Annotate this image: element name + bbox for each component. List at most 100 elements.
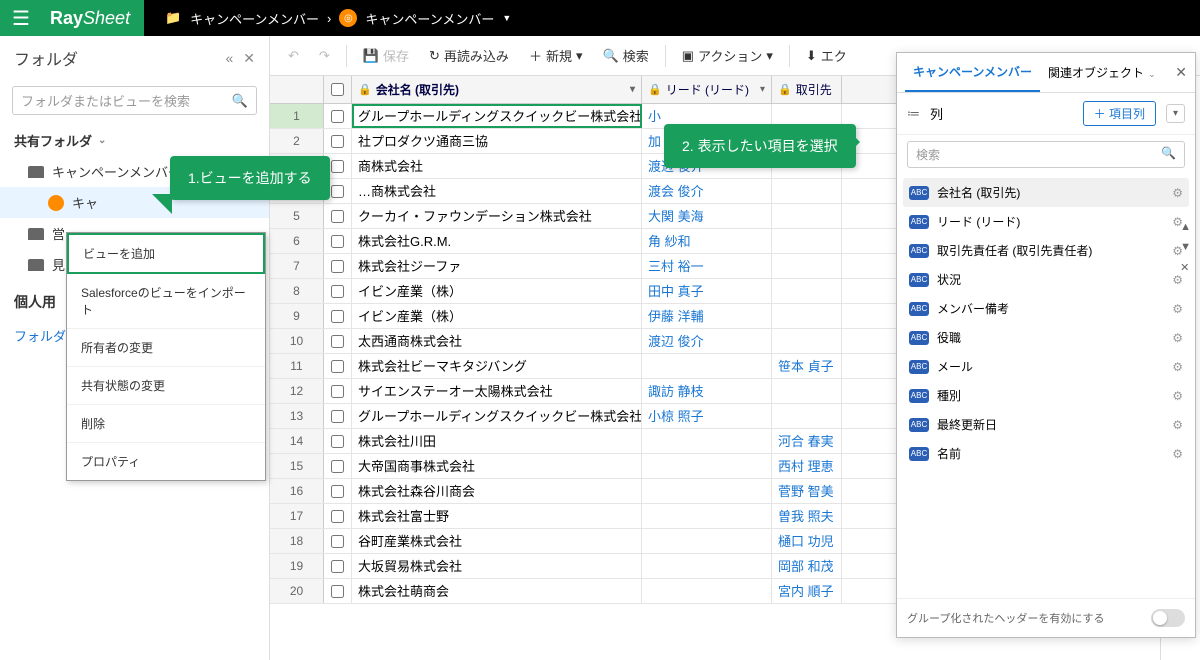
cell-company[interactable]: 商株式会社	[352, 154, 642, 178]
cell-owner[interactable]	[772, 204, 842, 228]
chevron-up-icon[interactable]: ▲	[1180, 221, 1191, 233]
cell-owner[interactable]: 岡部 和茂	[772, 554, 842, 578]
cell-company[interactable]: 株式会社森谷川商会	[352, 479, 642, 503]
cell-lead[interactable]	[642, 429, 772, 453]
save-button[interactable]: 💾 保存	[355, 42, 417, 69]
cell-lead[interactable]: 伊藤 洋輔	[642, 304, 772, 328]
cell-company[interactable]: イビン産業（株）	[352, 304, 642, 328]
export-button[interactable]: ⬇ エク	[798, 42, 855, 69]
breadcrumb-dropdown[interactable]: ▼	[502, 13, 511, 23]
cell-company[interactable]: 株式会社ビーマキタジバング	[352, 354, 642, 378]
cell-owner[interactable]	[772, 304, 842, 328]
cell-company[interactable]: 大坂貿易株式会社	[352, 554, 642, 578]
row-check[interactable]	[324, 329, 352, 353]
row-check[interactable]	[324, 279, 352, 303]
cell-company[interactable]: 大帝国商事株式会社	[352, 454, 642, 478]
breadcrumb-parent[interactable]: キャンペーンメンバー	[190, 9, 319, 28]
undo-button[interactable]: ↶	[280, 44, 307, 68]
col-owner[interactable]: 🔒取引先	[772, 76, 842, 103]
cell-owner[interactable]	[772, 329, 842, 353]
gear-icon[interactable]: ⚙	[1172, 447, 1183, 461]
row-check[interactable]	[324, 129, 352, 153]
row-check[interactable]	[324, 454, 352, 478]
cell-owner[interactable]	[772, 179, 842, 203]
field-item[interactable]: ABCリード (リード)⚙	[903, 207, 1189, 236]
field-item[interactable]: ABC会社名 (取引先)⚙	[903, 178, 1189, 207]
cell-company[interactable]: グループホールディングスクイックビー株式会社	[352, 104, 642, 128]
row-check[interactable]	[324, 104, 352, 128]
add-column-dropdown[interactable]: ▾	[1166, 104, 1185, 123]
row-check[interactable]	[324, 579, 352, 603]
field-item[interactable]: ABCメンバー備考⚙	[903, 294, 1189, 323]
cell-company[interactable]: 株式会社ジーファ	[352, 254, 642, 278]
field-item[interactable]: ABC役職⚙	[903, 323, 1189, 352]
cell-company[interactable]: 株式会社G.R.M.	[352, 229, 642, 253]
cell-company[interactable]: 社プロダクツ通商三協	[352, 129, 642, 153]
cell-owner[interactable]	[772, 279, 842, 303]
cell-lead[interactable]: 渡辺 俊介	[642, 329, 772, 353]
cell-company[interactable]: サイエンステーオー太陽株式会社	[352, 379, 642, 403]
checkall-header[interactable]	[324, 76, 352, 103]
cell-lead[interactable]	[642, 479, 772, 503]
ctx-delete[interactable]: 削除	[67, 405, 265, 443]
group-header-toggle[interactable]	[1151, 609, 1185, 627]
breadcrumb-child[interactable]: キャンペーンメンバー	[365, 9, 494, 28]
row-check[interactable]	[324, 229, 352, 253]
cell-lead[interactable]	[642, 529, 772, 553]
cell-lead[interactable]	[642, 354, 772, 378]
field-item[interactable]: ABCメール⚙	[903, 352, 1189, 381]
row-check[interactable]	[324, 529, 352, 553]
sidebar-collapse[interactable]: «	[225, 50, 233, 66]
cell-company[interactable]: …商株式会社	[352, 179, 642, 203]
row-check[interactable]	[324, 404, 352, 428]
cell-company[interactable]: 太西通商株式会社	[352, 329, 642, 353]
chevron-down-icon[interactable]: ▼	[1180, 241, 1191, 253]
shared-folder-section[interactable]: 共有フォルダ⌄	[0, 121, 269, 156]
cell-company[interactable]: グループホールディングスクイックビー株式会社	[352, 404, 642, 428]
field-item[interactable]: ABC名前⚙	[903, 439, 1189, 468]
cell-owner[interactable]	[772, 404, 842, 428]
cell-owner[interactable]	[772, 229, 842, 253]
redo-button[interactable]: ↷	[311, 44, 338, 68]
hamburger-menu[interactable]: ☰	[0, 0, 42, 36]
cell-lead[interactable]: 大関 美海	[642, 204, 772, 228]
gear-icon[interactable]: ⚙	[1172, 186, 1183, 200]
gear-icon[interactable]: ⚙	[1172, 331, 1183, 345]
ctx-import-sf[interactable]: Salesforceのビューをインポート	[67, 274, 265, 329]
cell-owner[interactable]	[772, 254, 842, 278]
panel-search[interactable]: 検索 🔍	[907, 141, 1185, 168]
gear-icon[interactable]: ⚙	[1172, 418, 1183, 432]
gear-icon[interactable]: ⚙	[1172, 302, 1183, 316]
cell-lead[interactable]	[642, 554, 772, 578]
panel-close[interactable]: ✕	[1175, 64, 1187, 81]
cell-company[interactable]: 株式会社富士野	[352, 504, 642, 528]
cell-lead[interactable]	[642, 504, 772, 528]
cell-lead[interactable]: 小椋 照子	[642, 404, 772, 428]
cell-owner[interactable]	[772, 379, 842, 403]
cell-company[interactable]: 株式会社川田	[352, 429, 642, 453]
cell-company[interactable]: 谷町産業株式会社	[352, 529, 642, 553]
gear-icon[interactable]: ⚙	[1172, 389, 1183, 403]
cell-owner[interactable]: 西村 理恵	[772, 454, 842, 478]
row-check[interactable]	[324, 379, 352, 403]
panel-tab-related[interactable]: 関連オブジェクト⌄	[1040, 54, 1164, 91]
chevron-down-icon[interactable]: ▾	[760, 84, 765, 95]
cell-company[interactable]: イビン産業（株）	[352, 279, 642, 303]
reload-button[interactable]: ↻ 再読み込み	[421, 42, 517, 69]
add-column-button[interactable]: ＋ 項目列	[1083, 101, 1156, 126]
cell-owner[interactable]: 笹本 貞子	[772, 354, 842, 378]
ctx-add-view[interactable]: ビューを追加	[67, 233, 265, 274]
cell-lead[interactable]	[642, 579, 772, 603]
row-check[interactable]	[324, 504, 352, 528]
list-icon[interactable]: ≔	[907, 106, 920, 122]
field-item[interactable]: ABC最終更新日⚙	[903, 410, 1189, 439]
new-button[interactable]: ＋ 新規 ▾	[521, 42, 591, 69]
field-item[interactable]: ABC種別⚙	[903, 381, 1189, 410]
action-button[interactable]: ▣ アクション ▾	[674, 42, 781, 69]
cell-lead[interactable]: 田中 真子	[642, 279, 772, 303]
row-check[interactable]	[324, 354, 352, 378]
cell-lead[interactable]: 諏訪 静枝	[642, 379, 772, 403]
cell-company[interactable]: 株式会社萌商会	[352, 579, 642, 603]
row-check[interactable]	[324, 204, 352, 228]
row-check[interactable]	[324, 554, 352, 578]
